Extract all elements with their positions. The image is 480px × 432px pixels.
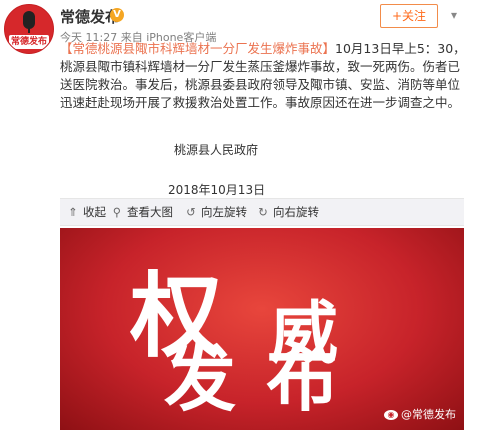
avatar[interactable]: 常德发布	[4, 4, 54, 54]
view-large-label: 查看大图	[127, 205, 173, 219]
watermark-text: @常德发布	[401, 408, 456, 421]
rotate-right-icon: ↻	[258, 205, 268, 219]
follow-button[interactable]: +关注	[380, 4, 438, 28]
verified-badge-icon: V	[110, 8, 124, 22]
post-title[interactable]: 【常德桃源县陬市科辉墙材一分厂发生爆炸事故】	[60, 41, 335, 56]
rotate-right-label: 向右旋转	[273, 205, 319, 219]
rotate-left-icon: ↺	[186, 205, 196, 219]
image-char-bu: 布	[266, 336, 339, 421]
post-date: 2018年10月13日	[168, 183, 266, 197]
post-text: 【常德桃源县陬市科辉墙材一分厂发生爆炸事故】10月13日早上5：30，桃源县陬市…	[60, 40, 470, 112]
chevron-down-icon[interactable]: ▾	[444, 6, 464, 24]
magnifier-icon: ⚲	[112, 205, 122, 219]
microphone-stand-icon	[28, 27, 30, 33]
image-char-fa: 发	[164, 336, 237, 421]
weibo-icon: ◉	[384, 410, 398, 420]
rotate-right-button[interactable]: ↻ 向右旋转	[256, 199, 319, 225]
image-watermark: ◉ @常德发布	[384, 406, 456, 422]
image-toolbar: ⇑ 收起 ⚲ 查看大图 ↺ 向左旋转 ↻ 向右旋转	[60, 198, 464, 226]
avatar-label: 常德发布	[9, 35, 49, 49]
post-image[interactable]: 权 威 发 布 ◉ @常德发布	[60, 228, 464, 430]
rotate-left-button[interactable]: ↺ 向左旋转	[184, 199, 247, 225]
rotate-left-label: 向左旋转	[201, 205, 247, 219]
post-signature: 桃源县人民政府	[174, 143, 259, 157]
collapse-icon: ⇑	[68, 205, 78, 219]
view-large-button[interactable]: ⚲ 查看大图	[110, 199, 173, 225]
collapse-button[interactable]: ⇑ 收起	[66, 199, 106, 225]
collapse-label: 收起	[83, 205, 106, 219]
